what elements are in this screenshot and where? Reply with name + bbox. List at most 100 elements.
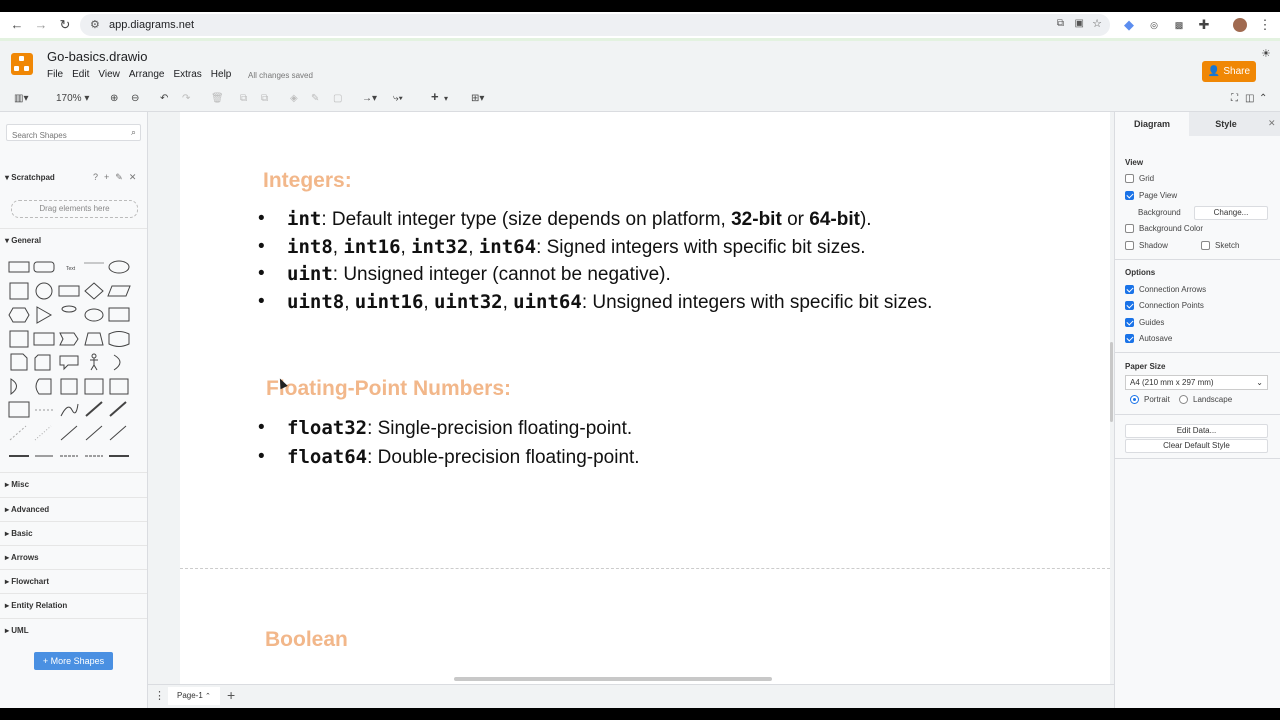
bidirectional-arrow-shape[interactable] — [85, 401, 103, 417]
fill-color-icon[interactable]: ◈ — [290, 92, 298, 106]
theme-toggle-icon[interactable]: ☀ — [1261, 47, 1271, 60]
entity-relation-section[interactable]: ▸ Entity Relation — [0, 593, 147, 617]
checkbox[interactable] — [1201, 241, 1210, 250]
reload-icon[interactable]: ↻ — [58, 18, 72, 32]
tab-diagram[interactable]: Diagram — [1115, 112, 1189, 136]
menu-extras[interactable]: Extras — [173, 69, 201, 80]
line-color-icon[interactable]: ✎ — [311, 92, 319, 106]
page-zoom-icon[interactable]: ▣ — [1075, 18, 1084, 29]
checkbox[interactable] — [1125, 301, 1134, 310]
background-color-checkbox[interactable]: Background Color — [1125, 224, 1203, 233]
menu-file[interactable]: File — [47, 69, 63, 80]
add-icon[interactable]: + — [104, 172, 109, 183]
address-bar[interactable]: ⚙ app.diagrams.net ⧉ ▣ ☆ — [80, 14, 1110, 36]
bookmark-star-icon[interactable]: ☆ — [1092, 17, 1102, 30]
cylinder-shape[interactable] — [61, 305, 77, 313]
uml-section[interactable]: ▸ UML — [0, 618, 147, 642]
hexagon-shape[interactable] — [8, 307, 30, 323]
scratchpad-dropzone[interactable]: Drag elements here — [11, 200, 138, 218]
vertical-scrollbar[interactable] — [1110, 342, 1113, 422]
trapezoid-shape[interactable] — [84, 332, 104, 346]
diagram-canvas[interactable]: Integers: int: Default integer type (siz… — [148, 112, 1114, 690]
guides-checkbox[interactable]: Guides — [1125, 318, 1164, 327]
format-panel-icon[interactable]: ◫ — [1245, 92, 1254, 106]
scratchpad-title[interactable]: ▾ Scratchpad — [5, 173, 55, 182]
tab-style[interactable]: Style — [1189, 112, 1263, 136]
zoom-out-icon[interactable]: ⊖ — [131, 92, 139, 106]
menu-edit[interactable]: Edit — [72, 69, 89, 80]
arrow-shape[interactable] — [109, 401, 127, 417]
document-shape[interactable] — [108, 307, 130, 322]
menu-help[interactable]: Help — [211, 69, 232, 80]
delete-icon[interactable]: 🗑 — [211, 92, 224, 106]
shadow-checkbox[interactable]: Shadow — [1125, 241, 1168, 250]
horizontal-scrollbar[interactable] — [454, 677, 772, 681]
line-shape[interactable] — [60, 425, 78, 441]
connection-icon[interactable]: →▾ — [362, 92, 377, 106]
square-shape[interactable] — [9, 282, 29, 300]
back-arrow-icon[interactable]: ← — [10, 18, 24, 32]
ellipse-shape[interactable] — [108, 260, 130, 274]
landscape-radio[interactable]: Landscape — [1179, 395, 1232, 404]
internal-storage-shape[interactable] — [9, 330, 29, 348]
flowchart-section[interactable]: ▸ Flowchart — [0, 569, 147, 593]
zoom-level[interactable]: 170% ▾ — [56, 92, 89, 106]
checkbox[interactable] — [1125, 241, 1134, 250]
card-shape[interactable] — [34, 354, 51, 371]
document-title[interactable]: Go-basics.drawio — [47, 49, 147, 64]
actor-shape[interactable] — [91, 353, 97, 359]
callout-shape[interactable] — [59, 355, 79, 371]
rounded-rectangle-shape[interactable] — [33, 261, 55, 273]
grid-checkbox[interactable]: Grid — [1125, 174, 1154, 183]
search-icon[interactable]: ⌕ — [131, 127, 136, 138]
share-button[interactable]: 👤 Share — [1202, 61, 1256, 82]
close-panel-icon[interactable]: ✕ — [1268, 118, 1276, 129]
checkbox[interactable] — [1125, 174, 1134, 183]
or-shape[interactable] — [113, 354, 121, 371]
edit-icon[interactable]: ✎ — [115, 172, 123, 183]
checkbox[interactable] — [1125, 285, 1134, 294]
cube-shape[interactable] — [33, 332, 55, 346]
radio[interactable] — [1130, 395, 1139, 404]
waypoints-icon[interactable]: ⤷▾ — [393, 92, 403, 106]
diamond-shape[interactable] — [84, 282, 104, 300]
bidirectional-connector-shape[interactable] — [85, 425, 103, 441]
site-info-icon[interactable]: ⚙ — [90, 18, 100, 31]
text-shape[interactable]: Text — [66, 266, 76, 272]
diagram-page[interactable]: Integers: int: Default integer type (siz… — [180, 112, 1110, 690]
container-shape[interactable] — [60, 378, 78, 395]
extension-icon-2[interactable]: ◎ — [1147, 18, 1161, 32]
checkbox[interactable] — [1125, 191, 1134, 200]
connection-arrows-checkbox[interactable]: Connection Arrows — [1125, 285, 1206, 294]
radio[interactable] — [1179, 395, 1188, 404]
circle-shape[interactable] — [35, 282, 53, 300]
checkbox[interactable] — [1125, 334, 1134, 343]
parallelogram-shape[interactable] — [107, 285, 131, 297]
table-icon[interactable]: ⊞▾ — [471, 92, 484, 106]
connection-points-checkbox[interactable]: Connection Points — [1125, 301, 1204, 310]
tape-shape[interactable] — [108, 331, 130, 347]
close-icon[interactable]: ✕ — [129, 172, 137, 183]
process-shape[interactable] — [58, 285, 80, 297]
collapse-icon[interactable]: ⌃ — [1259, 92, 1267, 106]
checkbox[interactable] — [1125, 224, 1134, 233]
change-background-button[interactable]: Change... — [1194, 206, 1268, 220]
format-panel-toggle-icon[interactable]: ▥▾ — [14, 92, 28, 106]
dotted-line-shape[interactable] — [34, 425, 52, 441]
portrait-radio[interactable]: Portrait — [1130, 395, 1170, 404]
page-tab[interactable]: Page-1 ⌃ — [168, 687, 220, 705]
extensions-puzzle-icon[interactable]: ✚ — [1197, 18, 1211, 32]
checkbox[interactable] — [1125, 318, 1134, 327]
dashed-line-shape[interactable] — [9, 425, 27, 441]
misc-section[interactable]: ▸ Misc — [0, 472, 147, 496]
table-shape[interactable] — [8, 401, 30, 418]
directional-connector-shape[interactable] — [109, 425, 127, 441]
delay-shape[interactable] — [10, 378, 17, 395]
page-view-checkbox[interactable]: Page View — [1125, 191, 1177, 200]
add-page-icon[interactable]: + — [227, 687, 235, 703]
menu-arrange[interactable]: Arrange — [129, 69, 165, 80]
more-shapes-button[interactable]: + More Shapes — [34, 652, 113, 670]
autosave-checkbox[interactable]: Autosave — [1125, 334, 1172, 343]
float-list[interactable]: float32: Single-precision floating-point… — [258, 414, 640, 472]
swimlane-shape[interactable] — [84, 378, 104, 395]
